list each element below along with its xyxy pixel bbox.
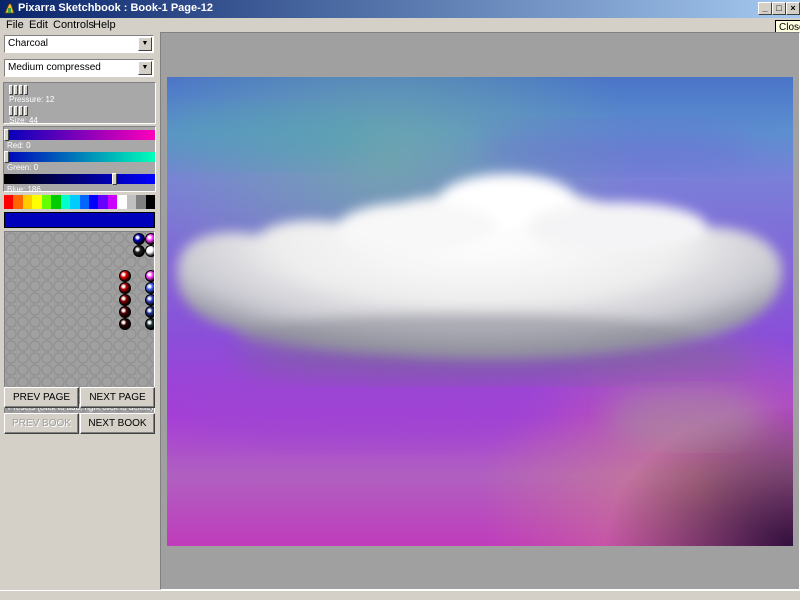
palette-swatch[interactable] [107, 195, 118, 209]
blue-slider-thumb[interactable] [112, 173, 117, 185]
palette-swatch[interactable] [70, 195, 80, 209]
palette-swatch[interactable] [4, 195, 14, 209]
preset-brush[interactable] [145, 318, 154, 330]
green-slider-thumb[interactable] [4, 151, 9, 163]
preset-brush[interactable] [145, 306, 154, 318]
palette-swatch[interactable] [22, 195, 33, 209]
prev-book-button: PREV BOOK [4, 413, 79, 434]
preset-brush[interactable] [133, 233, 145, 245]
preset-brush[interactable] [119, 282, 131, 294]
canvas-area [160, 32, 800, 590]
preset-brush[interactable] [119, 318, 131, 330]
blue-label: Blue: 186 [7, 185, 41, 194]
chevron-down-icon[interactable]: ▼ [138, 61, 152, 75]
preset-brush[interactable] [119, 306, 131, 318]
preset-brush[interactable] [119, 270, 131, 282]
preset-brush[interactable] [145, 245, 154, 257]
preset-brush[interactable] [145, 294, 154, 306]
palette-swatch[interactable] [145, 195, 155, 209]
minimize-button[interactable]: _ [758, 2, 772, 15]
mode-select-value: Medium compressed [8, 62, 101, 73]
palette-swatch[interactable] [79, 195, 89, 209]
red-slider[interactable] [4, 129, 155, 141]
palette-swatch[interactable] [32, 195, 42, 209]
palette-swatch[interactable] [13, 195, 23, 209]
title-bar: Pixarra Sketchbook : Book-1 Page-12 _ □ … [0, 0, 800, 18]
chevron-down-icon[interactable]: ▼ [138, 37, 152, 51]
palette-swatch[interactable] [51, 195, 61, 209]
palette-swatch[interactable] [136, 195, 146, 209]
palette-swatch[interactable] [60, 195, 71, 209]
palette-swatch[interactable] [117, 195, 127, 209]
next-book-button[interactable]: NEXT BOOK [80, 413, 155, 434]
menu-controls[interactable]: Controls [53, 19, 94, 31]
brush-select[interactable]: Charcoal ▼ [4, 35, 154, 53]
green-slider[interactable] [4, 151, 155, 163]
pressure-slider[interactable] [9, 85, 33, 95]
preset-brush[interactable] [145, 270, 154, 282]
palette-swatch[interactable] [126, 195, 137, 209]
color-palette[interactable] [4, 195, 155, 209]
pressure-label: Pressure: 12 [9, 95, 55, 104]
blue-slider[interactable] [4, 173, 155, 185]
close-button[interactable]: × [786, 2, 800, 15]
drawing-canvas[interactable] [167, 77, 793, 546]
red-label: Red: 0 [7, 141, 31, 150]
brush-settings-group: Pressure: 12 Size: 44 [3, 82, 156, 125]
preset-brush[interactable] [145, 233, 154, 245]
menu-help[interactable]: Help [93, 19, 116, 31]
palette-swatch[interactable] [88, 195, 99, 209]
menu-bar: File Edit Controls Help [0, 18, 800, 32]
next-page-button[interactable]: NEXT PAGE [80, 387, 155, 408]
mode-select[interactable]: Medium compressed ▼ [4, 59, 154, 77]
status-bar [0, 590, 800, 600]
size-slider[interactable] [9, 106, 33, 116]
menu-edit[interactable]: Edit [29, 19, 48, 31]
window-title: Pixarra Sketchbook : Book-1 Page-12 [18, 2, 214, 14]
palette-swatch[interactable] [98, 195, 108, 209]
menu-file[interactable]: File [6, 19, 24, 31]
preset-brush[interactable] [145, 282, 154, 294]
preset-brush[interactable] [119, 294, 131, 306]
maximize-button[interactable]: □ [772, 2, 786, 15]
app-icon [4, 3, 15, 14]
preset-brush[interactable] [133, 245, 145, 257]
brush-select-value: Charcoal [8, 38, 49, 49]
current-color-swatch [4, 212, 155, 228]
prev-page-button[interactable]: PREV PAGE [4, 387, 79, 408]
tool-panel: Charcoal ▼ Medium compressed ▼ Pressure:… [0, 32, 160, 590]
red-slider-thumb[interactable] [4, 129, 9, 141]
palette-swatch[interactable] [41, 195, 52, 209]
green-label: Green: 0 [7, 163, 39, 172]
size-label: Size: 44 [9, 116, 38, 125]
